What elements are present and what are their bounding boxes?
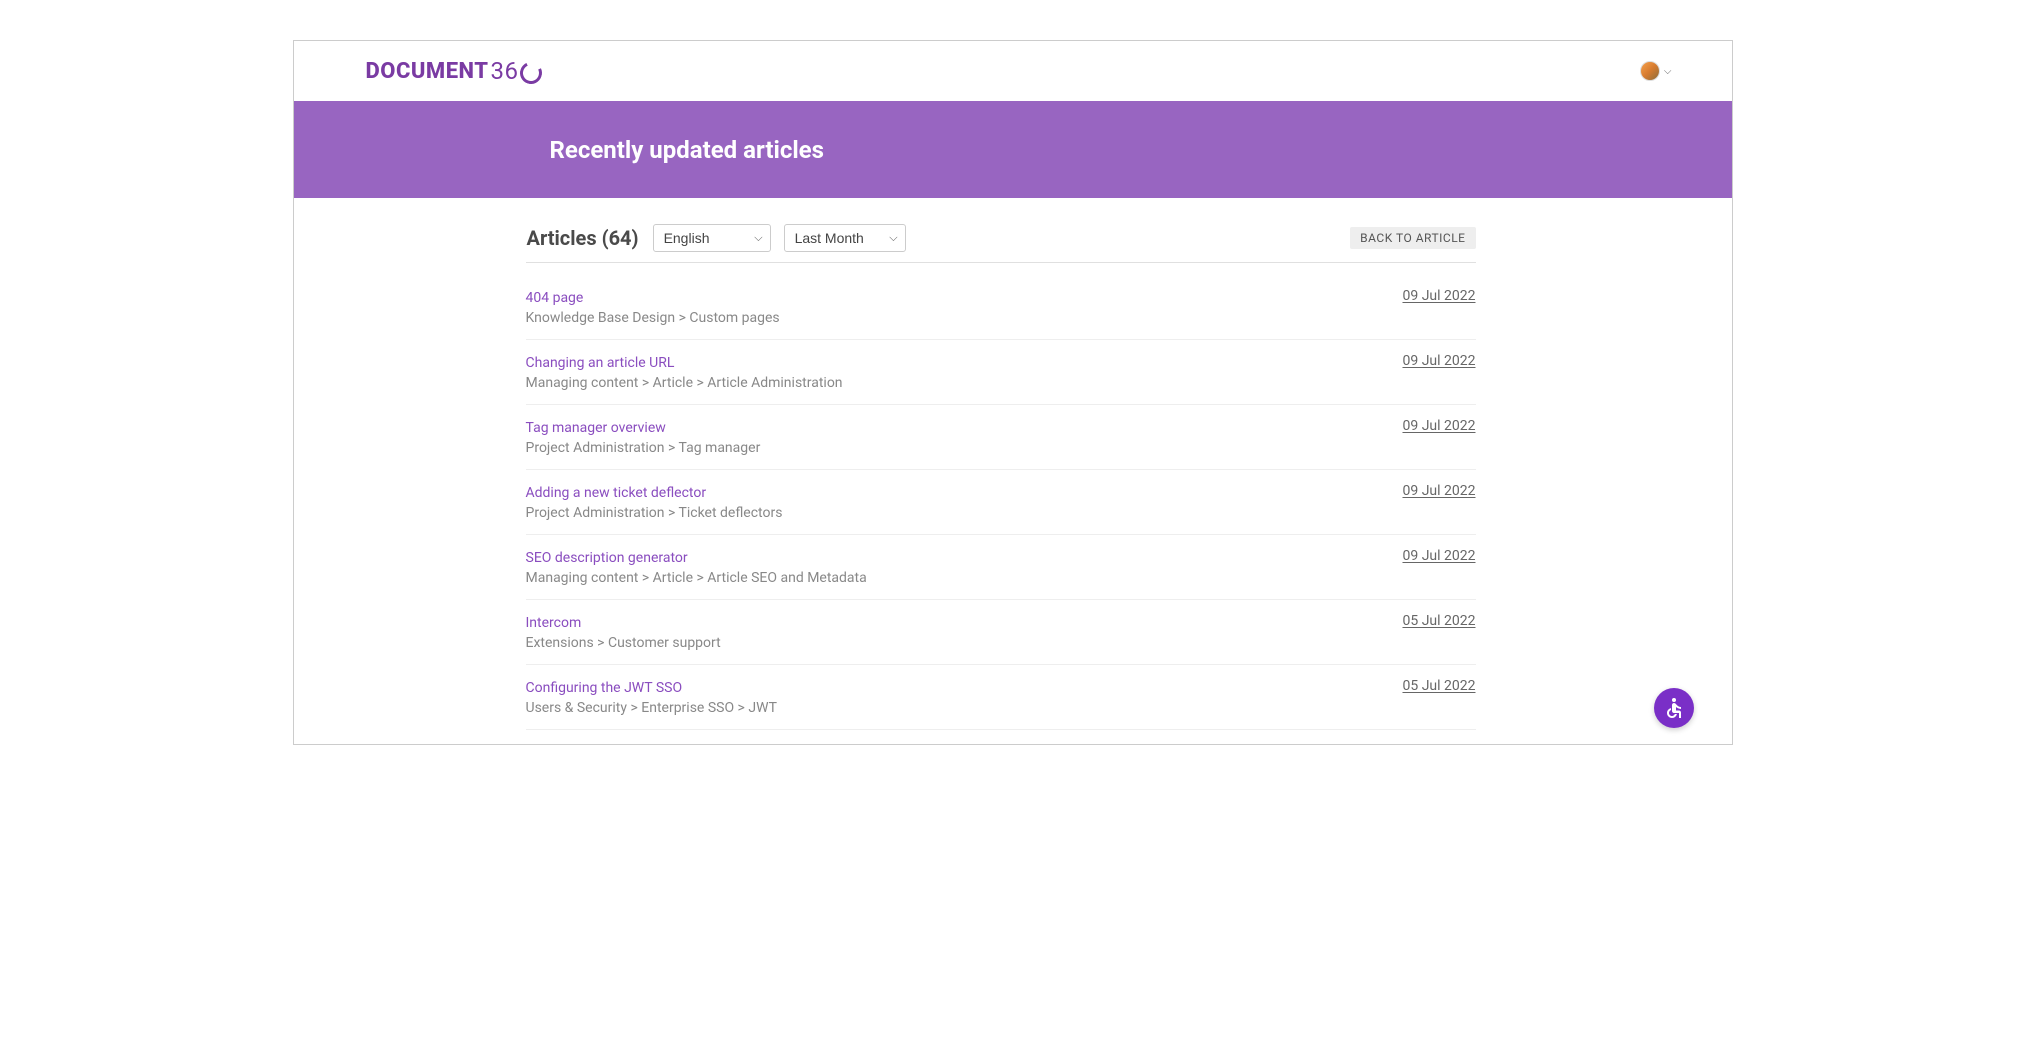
article-title-link[interactable]: Tag manager overview [526,420,666,436]
article-list: 404 page Knowledge Base Design > Custom p… [526,281,1476,744]
logo-text-2: 36 [490,57,518,85]
logo-text-1: DOCUMENT [366,59,489,84]
article-breadcrumb: Project Administration > Tag manager [526,440,1383,456]
article-left: 404 page Knowledge Base Design > Custom p… [526,287,1383,326]
period-select-wrap: Last Month ⌵ [784,224,906,252]
page-title: Recently updated articles [550,136,1732,164]
article-left: Intercom Extensions > Customer support [526,612,1383,651]
article-left: Nginx serverProject Administration > Cus… [526,742,1383,744]
article-item: SEO description generator Managing conten… [526,535,1476,600]
header: DOCUMENT 36 ⌵ [294,41,1732,101]
article-left: Tag manager overview Project Administrati… [526,417,1383,456]
main-content: Articles (64) English ⌵ Last Month ⌵ BAC… [294,198,1732,744]
accessibility-button[interactable] [1654,688,1694,728]
article-item: Intercom Extensions > Customer support 05 … [526,600,1476,665]
article-title-link[interactable]: Intercom [526,615,582,631]
article-title-link[interactable]: Configuring the JWT SSO [526,680,683,696]
article-breadcrumb: Knowledge Base Design > Custom pages [526,310,1383,326]
article-date[interactable]: 05 Jul 2022 [1382,677,1475,694]
article-left: Adding a new ticket deflector Project Adm… [526,482,1383,521]
logo-circle-icon [517,59,545,87]
article-date[interactable]: 05 Jul 2022 [1382,612,1475,629]
controls-row: Articles (64) English ⌵ Last Month ⌵ BAC… [526,224,1476,263]
back-to-article-button[interactable]: BACK TO ARTICLE [1350,227,1475,249]
chevron-down-icon: ⌵ [1664,66,1672,77]
article-item: Adding a new ticket deflector Project Adm… [526,470,1476,535]
period-select[interactable]: Last Month [784,224,906,252]
article-item: Configuring the JWT SSO Users & Security … [526,665,1476,730]
article-date[interactable]: 09 Jul 2022 [1382,547,1475,564]
article-date[interactable]: 09 Jul 2022 [1382,417,1475,434]
articles-label: Articles [527,226,597,250]
language-select[interactable]: English [653,224,771,252]
article-item: Changing an article URL Managing content … [526,340,1476,405]
banner: Recently updated articles [294,101,1732,198]
logo[interactable]: DOCUMENT 36 [366,57,543,85]
article-title-link[interactable]: Changing an article URL [526,355,675,371]
article-breadcrumb: Managing content > Article > Article SEO… [526,570,1383,586]
accessibility-icon [1662,696,1686,720]
avatar [1640,61,1660,81]
article-left: SEO description generator Managing conten… [526,547,1383,586]
article-breadcrumb: Project Administration > Ticket deflecto… [526,505,1383,521]
articles-heading: Articles (64) [527,226,639,250]
user-menu[interactable]: ⌵ [1640,61,1672,81]
article-left: Changing an article URL Managing content … [526,352,1383,391]
article-item: Tag manager overview Project Administrati… [526,405,1476,470]
article-left: Configuring the JWT SSO Users & Security … [526,677,1383,716]
scroll-area[interactable]: DOCUMENT 36 ⌵ Recently updated articles … [294,41,1732,744]
article-breadcrumb: Users & Security > Enterprise SSO > JWT [526,700,1383,716]
article-breadcrumb: Managing content > Article > Article Adm… [526,375,1383,391]
article-date[interactable]: 09 Jul 2022 [1382,352,1475,369]
article-title-link[interactable]: Adding a new ticket deflector [526,485,707,501]
article-title-link[interactable]: 404 page [526,290,584,306]
article-item: 404 page Knowledge Base Design > Custom p… [526,281,1476,340]
article-item: Nginx serverProject Administration > Cus… [526,730,1476,744]
article-title-link[interactable]: SEO description generator [526,550,688,566]
language-select-wrap: English ⌵ [653,224,771,252]
article-breadcrumb: Extensions > Customer support [526,635,1383,651]
article-date[interactable]: 09 Jul 2022 [1382,482,1475,499]
articles-count: (64) [602,226,639,250]
article-date[interactable]: 09 Jul 2022 [1382,287,1475,304]
article-date[interactable]: 05 Jul 2022 [1382,742,1475,744]
